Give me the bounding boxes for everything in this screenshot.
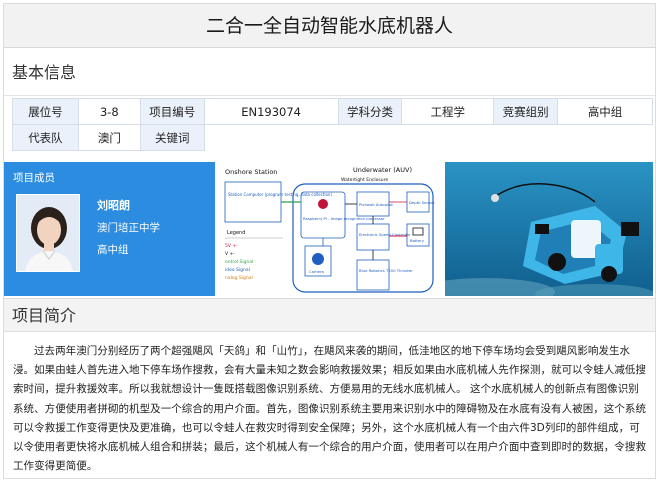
thruster-label: Blue Robotics T200 Thruster <box>359 268 413 273</box>
member-card-title: 项目成员 <box>13 172 55 184</box>
person-avatar-icon <box>17 195 79 271</box>
team-value: 澳门 <box>77 124 141 151</box>
legend-item: ontrol Signal <box>225 259 253 265</box>
legend-item: 5V +- <box>225 243 238 249</box>
member-school: 澳门培正中学 <box>97 222 160 234</box>
robot-photo <box>445 162 653 296</box>
project-id-value: EN193074 <box>203 98 339 125</box>
intro-heading: 项目简介 <box>4 298 655 332</box>
battery-label: Battery <box>410 238 425 243</box>
discipline-label: 学科分类 <box>337 98 403 125</box>
basic-info-table: 展位号 3-8 项目编号 EN193074 学科分类 工程学 竞赛组别 高中组 … <box>12 98 653 151</box>
enclosure-label: Watertight Enclosure <box>341 177 388 183</box>
pixhawk-label: Pixhawk Autopilot <box>359 202 393 207</box>
team-label: 代表队 <box>12 124 79 151</box>
depth-label: Depth Sensor <box>409 200 435 205</box>
legend-title: Legend <box>227 230 245 236</box>
media-row: 项目成员 刘昭朗 澳门培正中学 高中组 Onshore Station Stat… <box>4 162 655 296</box>
basic-info-heading: 基本信息 <box>4 50 655 96</box>
group-label: 竞赛组别 <box>493 98 559 125</box>
booth-value: 3-8 <box>77 98 141 125</box>
info-row: 代表队 澳门 关键词 <box>12 124 653 151</box>
keywords-value <box>204 124 339 151</box>
member-card: 项目成员 刘昭朗 澳门培正中学 高中组 <box>4 162 215 296</box>
camera-label: Camera <box>309 269 324 274</box>
member-grade: 高中组 <box>97 244 129 256</box>
keywords-label: 关键词 <box>139 124 205 151</box>
discipline-value: 工程学 <box>401 98 495 125</box>
member-photo <box>16 194 80 272</box>
project-id-label: 项目编号 <box>139 98 205 125</box>
group-value: 高中组 <box>557 98 653 125</box>
legend-item: nalog Signal <box>225 275 253 281</box>
member-name[interactable]: 刘昭朗 <box>97 197 130 213</box>
info-row: 展位号 3-8 项目编号 EN193074 学科分类 工程学 竞赛组别 高中组 <box>12 98 653 125</box>
ground-pc-label: Station Computer (program testing, data … <box>228 192 332 197</box>
system-diagram: Onshore Station Station Computer (progra… <box>221 162 443 296</box>
onshore-label: Onshore Station <box>225 168 277 176</box>
intro-text: 过去两年澳门分别经历了两个超强飓风「天鸽」和「山竹」，在飓风来袭的期间，低洼地区… <box>13 345 646 473</box>
robot-image <box>445 162 653 296</box>
system-diagram-svg: Onshore Station Station Computer (progra… <box>224 166 435 293</box>
legend-item: ideo Signal <box>225 267 250 273</box>
page-title: 二合一全自动智能水底机器人 <box>4 4 655 48</box>
project-page: 二合一全自动智能水底机器人 基本信息 展位号 3-8 项目编号 EN193074… <box>3 3 656 479</box>
legend-item: V +- <box>225 251 235 257</box>
booth-label: 展位号 <box>12 98 79 125</box>
underwater-label: Underwater (AUV) <box>353 166 412 174</box>
